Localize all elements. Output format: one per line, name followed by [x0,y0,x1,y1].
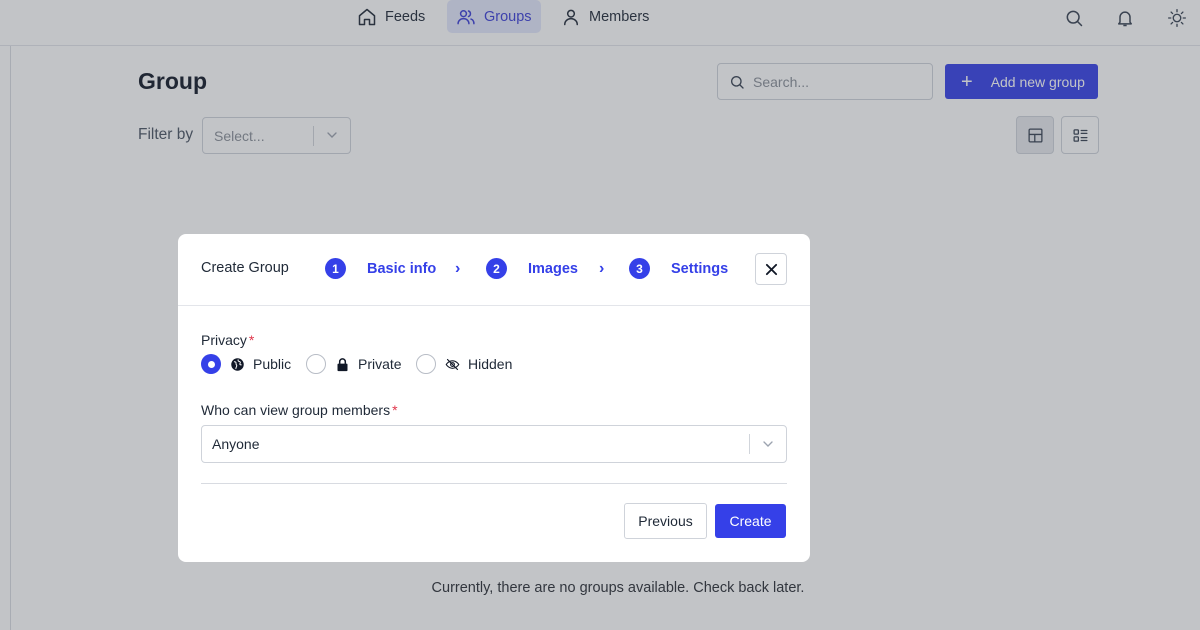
lock-icon [337,357,348,371]
globe-icon [231,357,244,371]
step-label: Basic info [367,260,437,277]
step-chevron-icon: › [455,260,461,277]
close-button[interactable] [755,253,787,285]
privacy-option-label: Hidden [468,356,513,372]
radio-button[interactable] [416,354,436,374]
privacy-option-label: Public [253,356,292,372]
modal-header: Create Group 1 Basic info › 2 Images › 3… [178,234,810,306]
members-visibility-select[interactable]: Anyone [201,425,787,463]
step-images[interactable]: 2 Images [486,258,578,279]
members-visibility-value: Anyone [212,436,260,452]
step-label: Images [528,260,578,277]
step-number: 1 [325,258,346,279]
create-group-modal: Create Group 1 Basic info › 2 Images › 3… [178,234,810,562]
radio-button[interactable] [201,354,221,374]
members-visibility-label-text: Who can view group members [201,402,391,418]
modal-title: Create Group [201,260,289,276]
step-label: Settings [671,260,729,277]
eye-off-icon [445,358,460,370]
privacy-label-text: Privacy [201,332,247,348]
step-chevron-icon: › [599,260,605,277]
step-number: 2 [486,258,507,279]
privacy-option-hidden[interactable]: Hidden [416,354,512,374]
privacy-option-public[interactable]: Public [201,354,291,374]
radio-button[interactable] [306,354,326,374]
required-mark: * [392,402,398,418]
previous-button[interactable]: Previous [624,503,707,539]
modal-divider [201,483,787,484]
required-mark: * [248,332,255,348]
privacy-option-private[interactable]: Private [306,354,402,374]
step-basic-info[interactable]: 1 Basic info [325,258,436,279]
step-settings[interactable]: 3 Settings [629,258,728,279]
privacy-option-label: Private [358,356,402,372]
privacy-label: Privacy * [201,332,254,348]
step-number: 3 [629,258,650,279]
members-visibility-label: Who can view group members * [201,402,398,418]
chevron-down-icon [763,441,773,447]
select-separator [749,434,750,454]
close-icon [765,263,777,275]
create-button[interactable]: Create [715,504,786,538]
